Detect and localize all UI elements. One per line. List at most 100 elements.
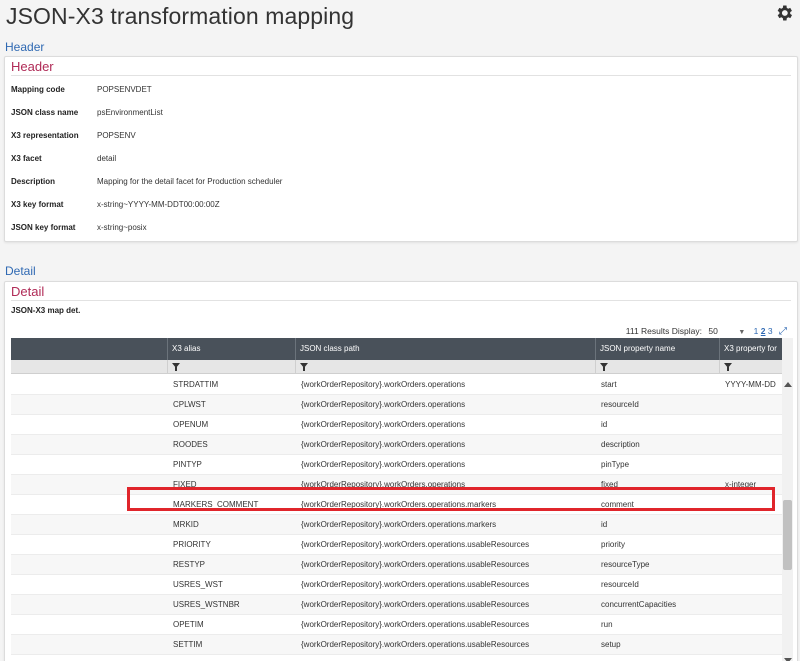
cell-json-class-path: {workOrderRepository}.workOrders.operati… — [301, 580, 530, 589]
page-title: JSON-X3 transformation mapping — [6, 3, 355, 29]
cell-json-property-name: comment — [601, 500, 634, 509]
divider — [11, 75, 791, 76]
vertical-scrollbar[interactable] — [782, 338, 793, 661]
cell-json-property-name: id — [601, 420, 608, 429]
results-count: 111 Results — [625, 326, 670, 336]
cell-x3-alias: OPENUM — [173, 420, 209, 429]
cell-json-class-path: {workOrderRepository}.workOrders.operati… — [301, 520, 497, 529]
cell-x3-alias: USRES_WSTNBR — [173, 600, 240, 609]
cell-x3-alias: FIXED — [173, 480, 197, 489]
table-row[interactable]: ROODES {workOrderRepository}.workOrders.o… — [11, 435, 782, 455]
mapping-grid: X3 alias JSON class path JSON property n… — [11, 338, 793, 661]
display-label: Display: — [671, 326, 702, 336]
table-row[interactable]: USRES_WSTNBR {workOrderRepository}.workOr… — [11, 595, 782, 615]
grid-header: X3 alias JSON class path JSON property n… — [11, 338, 782, 360]
column-header-json-property-name[interactable]: JSON property name — [595, 338, 719, 360]
grid-header-blank — [11, 338, 167, 360]
header-field-row: JSON class name psEnvironmentList — [11, 106, 781, 120]
page-link-2[interactable]: 2 — [761, 326, 766, 336]
cell-json-class-path: {workOrderRepository}.workOrders.operati… — [301, 420, 466, 429]
cell-x3-alias: SETTIM — [173, 640, 203, 649]
table-row[interactable]: PRIORITY {workOrderRepository}.workOrders… — [11, 535, 782, 555]
filter-icon[interactable] — [600, 363, 608, 371]
header-section-label[interactable]: Header — [5, 40, 44, 54]
field-value: POPSENV — [97, 131, 136, 140]
field-label: JSON key format — [11, 223, 76, 232]
filter-x3-property-format[interactable] — [719, 360, 782, 374]
detail-card: Detail JSON-X3 map det. 111 Results Disp… — [4, 281, 798, 661]
table-row[interactable]: USRES_WST {workOrderRepository}.workOrder… — [11, 575, 782, 595]
cell-json-class-path: {workOrderRepository}.workOrders.operati… — [301, 460, 466, 469]
filter-x3-alias[interactable] — [167, 360, 295, 374]
cell-x3-alias: MRKID — [173, 520, 199, 529]
scroll-up-icon[interactable] — [784, 382, 792, 387]
field-label: Description — [11, 177, 56, 186]
cell-x3-property-format: YYYY-MM-DD — [725, 380, 776, 389]
cell-json-class-path: {workOrderRepository}.workOrders.operati… — [301, 640, 530, 649]
cell-json-property-name: fixed — [601, 480, 618, 489]
filter-json-class-path[interactable] — [295, 360, 595, 374]
table-row[interactable]: OPENUM {workOrderRepository}.workOrders.o… — [11, 415, 782, 435]
column-header-x3-alias[interactable]: X3 alias — [167, 338, 295, 360]
grid-filter-row — [11, 360, 782, 374]
detail-card-title: Detail — [11, 284, 45, 299]
table-row[interactable]: SETTIM {workOrderRepository}.workOrders.o… — [11, 635, 782, 655]
header-field-row: Mapping code POPSENVDET — [11, 83, 781, 97]
grid-body: STRDATTIM {workOrderRepository}.workOrder… — [11, 374, 782, 661]
table-row[interactable]: CPLWST {workOrderRepository}.workOrders.o… — [11, 395, 782, 415]
filter-json-property-name[interactable] — [595, 360, 719, 374]
column-header-x3-property-format[interactable]: X3 property for — [719, 338, 782, 360]
expand-icon[interactable]: ⤢ — [779, 326, 787, 337]
header-field-row: X3 facet detail — [11, 152, 781, 166]
scrollbar-thumb[interactable] — [783, 500, 792, 570]
cell-x3-property-format: x-integer — [725, 480, 757, 489]
table-row[interactable]: MRKID {workOrderRepository}.workOrders.op… — [11, 515, 782, 535]
filter-icon[interactable] — [724, 363, 732, 371]
cell-json-class-path: {workOrderRepository}.workOrders.operati… — [301, 540, 530, 549]
gear-icon[interactable] — [774, 3, 794, 23]
cell-json-class-path: {workOrderRepository}.workOrders.operati… — [301, 380, 466, 389]
table-row[interactable]: OPETIM {workOrderRepository}.workOrders.o… — [11, 615, 782, 635]
header-field-row: X3 representation POPSENV — [11, 129, 781, 143]
column-header-json-class-path[interactable]: JSON class path — [295, 338, 595, 360]
filter-icon[interactable] — [172, 363, 180, 371]
cell-json-property-name: resourceId — [601, 580, 639, 589]
cell-json-class-path: {workOrderRepository}.workOrders.operati… — [301, 560, 530, 569]
header-card-title: Header — [11, 59, 54, 74]
chevron-down-icon[interactable]: ▼ — [738, 329, 745, 336]
header-field-row: JSON key format x-string~posix — [11, 221, 781, 235]
field-value: POPSENVDET — [97, 85, 152, 94]
page-link-1[interactable]: 1 — [754, 326, 759, 336]
display-select[interactable]: 50 — [708, 325, 738, 337]
cell-json-property-name: start — [601, 380, 617, 389]
table-row[interactable]: FIXED {workOrderRepository}.workOrders.op… — [11, 475, 782, 495]
detail-section-label[interactable]: Detail — [5, 264, 36, 278]
table-row[interactable]: MARKERS_COMMENT {workOrderRepository}.wor… — [11, 495, 782, 515]
filter-icon[interactable] — [300, 363, 308, 371]
cell-x3-alias: PINTYP — [173, 460, 202, 469]
table-row[interactable]: PINTYP {workOrderRepository}.workOrders.o… — [11, 455, 782, 475]
cell-json-property-name: priority — [601, 540, 626, 549]
cell-x3-alias: RESTYP — [173, 560, 206, 569]
field-label: X3 representation — [11, 131, 79, 140]
field-label: X3 key format — [11, 200, 64, 209]
cell-json-property-name: description — [601, 440, 640, 449]
header-field-row: X3 key format x-string~YYYY-MM-DDT00:00:0… — [11, 198, 781, 212]
header-field-row: Description Mapping for the detail facet … — [11, 175, 781, 189]
cell-x3-alias: STRDATTIM — [173, 380, 219, 389]
table-row[interactable]: RESTYP {workOrderRepository}.workOrders.o… — [11, 555, 782, 575]
cell-json-class-path: {workOrderRepository}.workOrders.operati… — [301, 500, 497, 509]
field-value: x-string~posix — [97, 223, 147, 232]
cell-json-property-name: pinType — [601, 460, 630, 469]
results-bar: 111 Results Display: 50 ▼ 1 2 3 ⤢ — [626, 325, 787, 337]
field-value: Mapping for the detail facet for Product… — [97, 177, 283, 186]
header-card: Header Mapping code POPSENVDET JSON class … — [4, 56, 798, 242]
field-label: JSON class name — [11, 108, 79, 117]
field-value: detail — [97, 154, 117, 163]
cell-x3-alias: OPETIM — [173, 620, 204, 629]
cell-x3-alias: CPLWST — [173, 400, 206, 409]
page-link-3[interactable]: 3 — [768, 326, 773, 336]
cell-json-property-name: id — [601, 520, 608, 529]
table-row[interactable]: STRDATTIM {workOrderRepository}.workOrder… — [11, 375, 782, 395]
divider — [11, 300, 791, 301]
